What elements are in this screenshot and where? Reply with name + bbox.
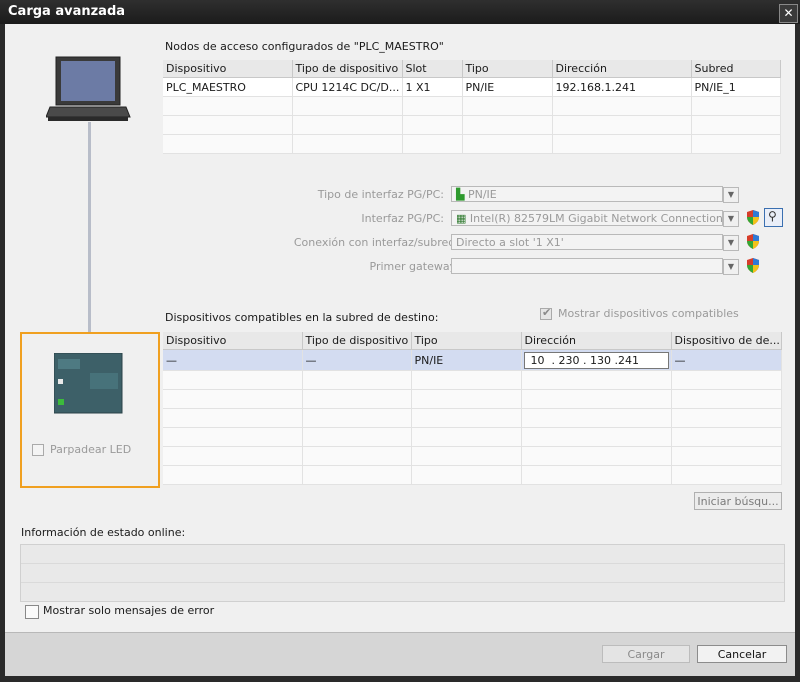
ip-octet-2[interactable]: 230 — [559, 354, 580, 367]
table-cell: PN/IE — [411, 349, 522, 371]
connection-label: Conexión con interfaz/subred: — [293, 236, 459, 249]
chevron-down-icon[interactable]: ▼ — [723, 235, 739, 251]
ip-octet-3[interactable]: 130 — [590, 354, 611, 367]
table-cell: — — [302, 349, 412, 371]
table-row[interactable]: PLC_MAESTRO CPU 1214C DC/D... 1 X1 PN/IE… — [163, 77, 781, 97]
compatible-table: Dispositivo Tipo de dispositivo Tipo Dir… — [163, 332, 782, 485]
close-button[interactable]: ✕ — [779, 4, 798, 23]
network-port-icon: ▙ — [456, 188, 465, 201]
table-cell: CPU 1214C DC/D... — [292, 77, 403, 97]
gateway-label: Primer gateway: — [369, 260, 459, 273]
ip-octet-4[interactable]: 241 — [618, 354, 639, 367]
window-border-bottom — [0, 676, 800, 682]
empty-row — [163, 115, 781, 135]
errors-only-checkbox[interactable] — [25, 605, 39, 619]
ip-address-input[interactable]: 10 . 230 . 130 .241 — [523, 351, 669, 369]
blink-led-checkbox[interactable] — [32, 444, 44, 456]
address-cell: 10 . 230 . 130 .241 — [521, 349, 672, 371]
column-header[interactable]: Dispositivo — [163, 60, 293, 78]
status-row — [21, 545, 784, 564]
column-header[interactable]: Subred — [691, 60, 781, 78]
interface-label: Interfaz PG/PC: — [361, 212, 444, 225]
interface-type-label: Tipo de interfaz PG/PC: — [317, 188, 444, 201]
empty-row — [163, 389, 782, 409]
start-search-button[interactable]: Iniciar búsqu... — [694, 492, 782, 510]
interface-value: Intel(R) 82579LM Gigabit Network Connect… — [469, 212, 723, 225]
empty-row — [163, 134, 781, 154]
plc-device-icon — [54, 353, 123, 414]
column-header[interactable]: Tipo — [411, 332, 522, 350]
table-cell: — — [671, 349, 782, 371]
shield-icon[interactable] — [746, 210, 760, 225]
empty-row — [163, 427, 782, 447]
errors-only-label: Mostrar solo mensajes de error — [43, 604, 215, 617]
shield-icon[interactable] — [746, 258, 760, 273]
nodes-table: Dispositivo Tipo de dispositivo Slot Tip… — [163, 60, 781, 154]
status-message-area — [20, 544, 785, 602]
show-compatible-checkbox[interactable]: ✔ — [540, 306, 552, 320]
column-header[interactable]: Dispositivo — [163, 332, 303, 350]
empty-row — [163, 465, 782, 485]
status-row — [21, 564, 784, 583]
table-cell: 192.168.1.241 — [552, 77, 692, 97]
empty-row — [163, 96, 781, 116]
shield-icon[interactable] — [746, 234, 760, 249]
laptop-icon — [46, 56, 131, 121]
network-card-icon: ▦ — [456, 212, 467, 225]
nodes-title: Nodos de acceso configurados de "PLC_MAE… — [165, 40, 444, 53]
diagnose-button[interactable]: ⚲ — [764, 208, 783, 227]
chevron-down-icon[interactable]: ▼ — [723, 259, 739, 275]
compatible-header-row: Dispositivo Tipo de dispositivo Tipo Dir… — [163, 332, 782, 350]
chevron-down-icon[interactable]: ▼ — [723, 211, 739, 227]
ip-separator: . — [583, 353, 587, 367]
table-cell: PN/IE_1 — [691, 77, 781, 97]
checkmark-icon: ✔ — [542, 306, 552, 319]
table-row[interactable]: — — PN/IE 10 . 230 . 130 .241 — — [163, 349, 782, 371]
empty-row — [163, 408, 782, 428]
table-cell: 1 X1 — [402, 77, 463, 97]
column-header[interactable]: Tipo — [462, 60, 553, 78]
magnifier-icon: ⚲ — [768, 209, 777, 223]
column-header[interactable]: Dispositivo de de... — [671, 332, 782, 350]
column-header[interactable]: Slot — [402, 60, 463, 78]
gateway-select[interactable] — [451, 258, 723, 274]
connection-select[interactable]: Directo a slot '1 X1' — [451, 234, 723, 250]
column-header[interactable]: Dirección — [521, 332, 672, 350]
interface-select[interactable]: ▦ Intel(R) 82579LM Gigabit Network Conne… — [451, 210, 723, 226]
column-header[interactable]: Tipo de dispositivo — [302, 332, 412, 350]
table-cell: — — [163, 349, 303, 371]
window-border-right — [795, 24, 800, 682]
interface-type-select[interactable]: ▙ PN/IE — [451, 186, 723, 202]
connection-line — [88, 122, 91, 334]
load-button[interactable]: Cargar — [602, 645, 690, 663]
chevron-down-icon[interactable]: ▼ — [723, 187, 739, 203]
blink-led-label: Parpadear LED — [50, 443, 132, 456]
interface-type-value: PN/IE — [467, 188, 497, 201]
column-header[interactable]: Dirección — [552, 60, 692, 78]
table-cell: PN/IE — [462, 77, 553, 97]
empty-row — [163, 446, 782, 466]
window-border-left — [0, 24, 5, 682]
empty-row — [163, 370, 782, 390]
nodes-header-row: Dispositivo Tipo de dispositivo Slot Tip… — [163, 60, 781, 78]
ip-separator: . — [551, 353, 556, 367]
close-icon: ✕ — [783, 6, 794, 20]
table-cell: PLC_MAESTRO — [163, 77, 293, 97]
show-compatible-label: Mostrar dispositivos compatibles — [558, 307, 739, 320]
cancel-button[interactable]: Cancelar — [697, 645, 787, 663]
window-title: Carga avanzada — [8, 4, 126, 19]
column-header[interactable]: Tipo de dispositivo — [292, 60, 403, 78]
ip-octet-1[interactable]: 10 — [531, 354, 545, 367]
compatible-title: Dispositivos compatibles en la subred de… — [165, 311, 439, 324]
status-title: Información de estado online: — [21, 526, 186, 539]
